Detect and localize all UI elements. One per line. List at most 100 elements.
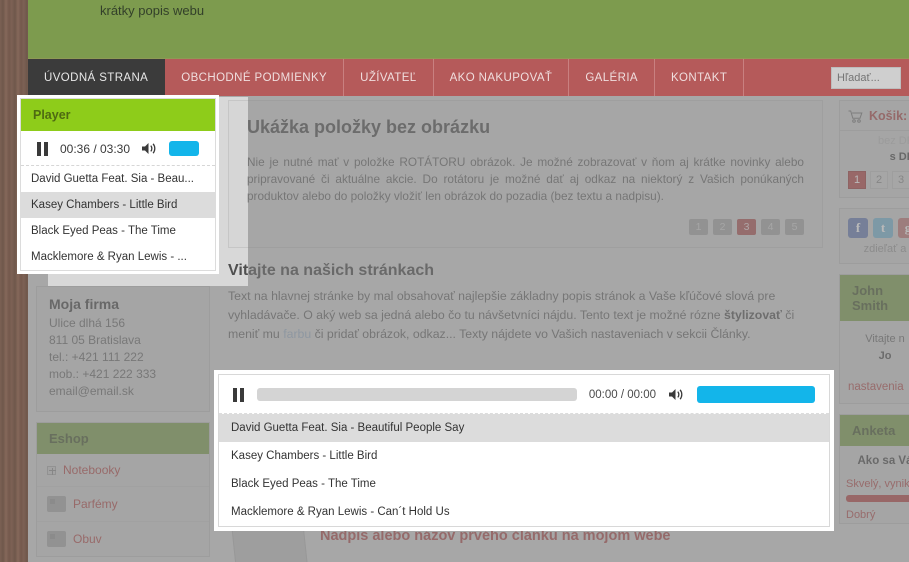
right-sidebar: Košik: bez DPH s DPH 1 2 3 f t g zdieľať…: [833, 96, 909, 562]
plus-toggle-icon[interactable]: [47, 465, 56, 475]
eshop-menu-box: Eshop Notebooky Parfémy Obuv: [36, 422, 210, 557]
facebook-icon[interactable]: f: [848, 218, 868, 238]
contact-box: Moja firma Ulice dlhá 156 811 05 Bratisl…: [36, 286, 210, 412]
eshop-item-label: Parfémy: [73, 497, 118, 511]
main-playlist: David Guetta Feat. Sia - Beautiful Peopl…: [219, 414, 829, 526]
poll-question: Ako sa Vá: [857, 455, 909, 467]
cart-box: Košik: bez DPH s DPH 1 2 3: [839, 100, 909, 198]
company-city: 811 05 Bratislava: [49, 333, 141, 347]
rotator-dot-1[interactable]: 1: [689, 219, 708, 235]
user-settings-link[interactable]: nastavenia: [840, 375, 909, 403]
pause-icon[interactable]: [36, 141, 49, 156]
site-container: krátky popis webu ÚVODNÁ STRANA OBCHODNÉ…: [20, 0, 909, 562]
user-greeting-line2: Jo: [878, 350, 892, 362]
playlist-item[interactable]: Black Eyed Peas - The Time: [21, 218, 215, 244]
eshop-item-label: Notebooky: [63, 463, 121, 477]
sidebar-audio-player: Player 00:36 / 03:30 David Guetta Feat. …: [20, 98, 216, 271]
playlist-item[interactable]: Kasey Chambers - Little Bird: [219, 442, 829, 470]
sidebar-volume-slider[interactable]: [169, 141, 200, 156]
rotator-paragraph: Nie je nutné mať v položke ROTÁTORU obrá…: [247, 155, 804, 203]
search-input[interactable]: [831, 66, 901, 89]
main-player-time: 00:00 / 00:00: [588, 388, 656, 401]
welcome-text-part1: Text na hlavnej stránke by mal obsahovať…: [228, 289, 776, 322]
article-title[interactable]: Nadpis alebo názov prvého článku na mojo…: [320, 528, 671, 562]
cart-page-2[interactable]: 2: [870, 171, 888, 189]
poll-box: Anketa Ako sa Vá Skvelý, vynika Dobrý: [839, 414, 909, 524]
playlist-item[interactable]: Macklemore & Ryan Lewis - Can´t Hold Us: [219, 498, 829, 526]
rotator-dot-5[interactable]: 5: [785, 219, 804, 235]
pause-icon[interactable]: [233, 387, 245, 402]
playlist-item[interactable]: Macklemore & Ryan Lewis - ...: [21, 244, 215, 270]
cart-pagination: 1 2 3: [840, 163, 909, 197]
eshop-item-notebooky[interactable]: Notebooky: [37, 454, 209, 487]
nav-item-uzivatel[interactable]: UŽÍVATEĽ: [344, 59, 434, 96]
page-root: krátky popis webu ÚVODNÁ STRANA OBCHODNÉ…: [0, 0, 909, 562]
playlist-item[interactable]: David Guetta Feat. Sia - Beau...: [21, 166, 215, 192]
dot-toggle-icon[interactable]: [47, 496, 66, 512]
cart-page-1[interactable]: 1: [848, 171, 866, 189]
user-greeting: Vitajte n Jo: [840, 321, 909, 375]
main-player-progress-bar[interactable]: [257, 388, 577, 401]
sidebar-playlist: David Guetta Feat. Sia - Beau... Kasey C…: [21, 166, 215, 270]
share-label: zdieľať a: [863, 243, 907, 255]
cart-icon: [848, 110, 863, 123]
cart-page-3[interactable]: 3: [892, 171, 909, 189]
nav-item-galeria[interactable]: GALÉRIA: [569, 59, 655, 96]
company-email: email@email.sk: [49, 384, 134, 398]
rotator-dot-4[interactable]: 4: [761, 219, 780, 235]
company-name: Moja firma: [49, 296, 120, 312]
sidebar-player-title: Player: [21, 99, 215, 131]
site-header: krátky popis webu: [28, 0, 909, 58]
sidebar-player-controls: 00:36 / 03:30: [21, 131, 215, 166]
user-title: John Smith: [840, 275, 909, 321]
welcome-paragraph: Text na hlavnej stránke by mal obsahovať…: [228, 287, 823, 344]
search-container: [831, 59, 909, 96]
cart-price-with-vat: s DPH: [889, 151, 909, 163]
rotator-pagination: 1 2 3 4 5: [247, 219, 804, 235]
site-slogan: krátky popis webu: [100, 3, 205, 18]
poll-option-2[interactable]: Dobrý: [840, 502, 909, 523]
nav-item-ako-nakupovat[interactable]: AKO NAKUPOVAŤ: [434, 59, 570, 96]
playlist-item[interactable]: Kasey Chambers - Little Bird: [21, 192, 215, 218]
cart-title: Košik:: [869, 109, 908, 123]
main-navigation: ÚVODNÁ STRANA OBCHODNÉ PODMIENKY UŽÍVATE…: [28, 58, 909, 96]
playlist-item[interactable]: Black Eyed Peas - The Time: [219, 470, 829, 498]
user-greeting-line1: Vitajte n: [865, 333, 905, 345]
sidebar-player-time: 00:36 / 03:30: [59, 141, 131, 156]
speaker-icon[interactable]: [141, 141, 158, 156]
main-player-controls: 00:00 / 00:00: [219, 375, 829, 414]
eshop-item-label: Obuv: [73, 532, 102, 546]
company-mobile: mob.: +421 222 333: [49, 367, 157, 381]
company-tel: tel.: +421 111 222: [49, 350, 144, 364]
nav-item-uvodna-strana[interactable]: ÚVODNÁ STRANA: [28, 59, 166, 96]
main-audio-player: 00:00 / 00:00 David Guetta Feat. Sia - B…: [218, 374, 830, 527]
nav-item-kontakt[interactable]: KONTAKT: [655, 59, 745, 96]
user-box: John Smith Vitajte n Jo nastavenia: [839, 274, 909, 404]
social-buttons: f t g: [840, 209, 909, 242]
social-share-box: f t g zdieľať a: [839, 208, 909, 264]
welcome-bold-word: štylizovať: [724, 308, 782, 322]
nav-item-obchodne-podmienky[interactable]: OBCHODNÉ PODMIENKY: [165, 59, 345, 96]
google-plus-icon[interactable]: g: [898, 218, 909, 238]
dot-toggle-icon[interactable]: [47, 531, 66, 547]
eshop-item-obuv[interactable]: Obuv: [37, 522, 209, 556]
rotator-dot-3[interactable]: 3: [737, 219, 756, 235]
rotator-dot-2[interactable]: 2: [713, 219, 732, 235]
welcome-heading: Vitajte na našich stránkach: [228, 262, 435, 279]
welcome-color-link[interactable]: farbu: [283, 327, 311, 341]
rotator-heading: Ukážka položky bez obrázku: [247, 117, 491, 137]
eshop-title: Eshop: [37, 423, 209, 454]
twitter-icon[interactable]: t: [873, 218, 893, 238]
speaker-icon[interactable]: [668, 387, 685, 402]
poll-option-1[interactable]: Skvelý, vynika: [840, 471, 909, 492]
company-street: Ulice dlhá 156: [49, 316, 126, 330]
welcome-text-part3: či pridať obrázok, odkaz... Texty nájdet…: [311, 327, 751, 341]
eshop-item-parfemy[interactable]: Parfémy: [37, 487, 209, 522]
poll-title: Anketa: [840, 415, 909, 446]
playlist-item[interactable]: David Guetta Feat. Sia - Beautiful Peopl…: [219, 414, 829, 442]
cart-header[interactable]: Košik:: [840, 101, 909, 131]
main-volume-slider[interactable]: [697, 386, 815, 403]
rotator-box: Ukážka položky bez obrázku Nie je nutné …: [228, 100, 823, 248]
cart-price-without-vat: bez DPH: [877, 135, 909, 147]
